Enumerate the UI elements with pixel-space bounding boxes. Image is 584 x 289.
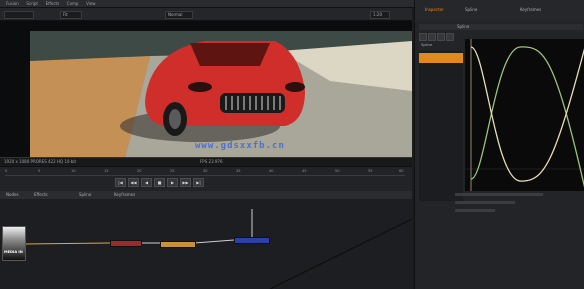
inspector-slider[interactable]: [455, 193, 543, 196]
ruler-tick: 40: [269, 169, 274, 173]
menu-item-fusion[interactable]: Fusion: [6, 0, 19, 7]
ruler-tick: 15: [104, 169, 109, 173]
spline-tool-icon[interactable]: [419, 33, 427, 41]
spline-tool-icon[interactable]: [428, 33, 436, 41]
spline-tool-icon[interactable]: [446, 33, 454, 41]
ruler-tick: 10: [71, 169, 76, 173]
viewer-image: [30, 31, 412, 157]
node-connections: [23, 209, 412, 289]
ruler-tick: 45: [302, 169, 307, 173]
viewer-status-bar: 1920 x 1080 PRORES 422 HQ 10-bit FPS 23.…: [0, 157, 412, 166]
viewer-name-field[interactable]: [4, 11, 34, 19]
zoom-dropdown[interactable]: Fit: [60, 11, 82, 19]
inspector-slider[interactable]: [455, 209, 495, 212]
node-gold[interactable]: [160, 241, 196, 248]
rewind-button[interactable]: ◀◀: [128, 178, 139, 187]
go-to-end-button[interactable]: ▶|: [193, 178, 204, 187]
tab-effects[interactable]: Effects: [30, 191, 52, 199]
menu-item-view[interactable]: View: [86, 0, 96, 7]
tab-nodes[interactable]: Nodes: [2, 191, 23, 199]
ruler-tick: 25: [170, 169, 175, 173]
ruler-tick: 5: [38, 169, 41, 173]
timeline[interactable]: 0 5 10 15 20 25 30 35 40 45 50 55 60 |◀ …: [0, 166, 412, 191]
stop-button[interactable]: ■: [154, 178, 165, 187]
node-red[interactable]: [110, 240, 142, 247]
ruler-tick: 35: [236, 169, 241, 173]
tab-keyframes[interactable]: Keyframes: [110, 191, 139, 199]
media-in-node[interactable]: [2, 226, 26, 261]
fps-info: FPS 23.976: [200, 159, 223, 164]
menu-item-effects[interactable]: Effects: [46, 0, 60, 7]
media-in-label: MEDIA IN: [4, 250, 23, 254]
menu-item-comp[interactable]: Comp: [67, 0, 79, 7]
ruler-tick: 50: [335, 169, 340, 173]
tab-keyframes-panel[interactable]: Keyframes: [520, 7, 541, 12]
node-editor[interactable]: MEDIA IN: [0, 199, 412, 289]
ruler-tick: 20: [137, 169, 142, 173]
spline-list-label: Spline: [421, 43, 433, 47]
spline-list-item-selected[interactable]: [419, 53, 463, 63]
tab-inspector[interactable]: Inspector: [425, 7, 444, 12]
spline-inspector: [419, 179, 583, 239]
view-mode-dropdown[interactable]: Normal: [165, 11, 193, 19]
node-blue[interactable]: [234, 237, 270, 244]
fast-forward-button[interactable]: ▶▶: [180, 178, 191, 187]
tab-spline[interactable]: Spline: [75, 191, 95, 199]
play-reverse-button[interactable]: ◀: [141, 178, 152, 187]
menu-item-script[interactable]: Script: [26, 0, 38, 7]
viewer[interactable]: www.gdsxxfb.cn: [0, 21, 412, 157]
ruler-tick: 0: [5, 169, 8, 173]
spline-header: Spline: [419, 24, 583, 30]
tab-spline-panel[interactable]: Spline: [465, 7, 477, 12]
spline-graph[interactable]: [465, 39, 584, 191]
right-panel-tabs: Inspector Spline Keyframes: [414, 0, 584, 21]
ruler-tick: 55: [368, 169, 373, 173]
spline-tool-icon[interactable]: [437, 33, 445, 41]
frame-field[interactable]: 1:20: [370, 11, 390, 19]
transport-controls: |◀ ◀◀ ◀ ■ ▶ ▶▶ ▶|: [115, 178, 204, 187]
time-ruler[interactable]: 0 5 10 15 20 25 30 35 40 45 50 55 60: [5, 169, 405, 176]
resolution-info: 1920 x 1080 PRORES 422 HQ 10-bit: [4, 159, 77, 164]
ruler-tick: 60: [399, 169, 404, 173]
play-button[interactable]: ▶: [167, 178, 178, 187]
spline-panel: Spline Spline: [414, 21, 584, 289]
inspector-slider[interactable]: [455, 201, 515, 204]
ruler-tick: 30: [203, 169, 208, 173]
watermark-text: www.gdsxxfb.cn: [195, 141, 285, 151]
viewer-toolbar: Fit Normal 1:20: [0, 8, 412, 21]
go-to-start-button[interactable]: |◀: [115, 178, 126, 187]
